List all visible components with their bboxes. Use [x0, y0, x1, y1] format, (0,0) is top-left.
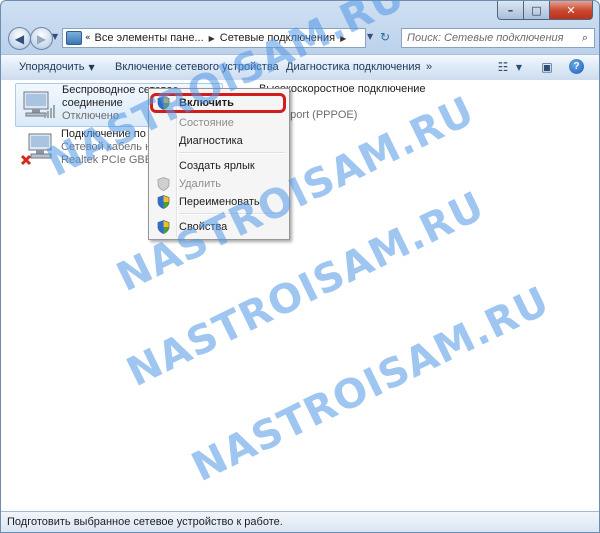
breadcrumb-item[interactable]: Все элементы пане... [95, 32, 204, 44]
connections-list: Беспроводное сетевое соединение Отключен… [1, 80, 599, 511]
ethernet-adapter-icon [21, 133, 52, 166]
preview-pane-icon[interactable]: ▣ [539, 59, 555, 75]
close-button[interactable]: ✕ [550, 1, 593, 20]
explorer-window: – □ ✕ ◀ ▶ ▼ « Все элементы пане... ▶ Сет… [0, 0, 600, 533]
forward-button[interactable]: ▶ [30, 27, 53, 50]
breadcrumb-item[interactable]: Сетевые подключения [220, 32, 335, 44]
change-view-icon[interactable]: ☷ [495, 59, 511, 75]
control-panel-icon [66, 31, 82, 45]
menu-item-label: Диагностика [179, 135, 243, 147]
menu-item-label: Состояние [179, 117, 234, 129]
menu-item-diagnostics[interactable]: Диагностика [151, 132, 287, 150]
menu-item-delete: Удалить [151, 175, 287, 193]
refresh-icon[interactable]: ↻ [376, 29, 394, 45]
uac-shield-icon [157, 220, 170, 234]
back-button[interactable]: ◀ [8, 27, 31, 50]
navigation-row: ◀ ▶ ▼ « Все элементы пане... ▶ Сетевые п… [1, 23, 599, 53]
search-icon[interactable]: ⌕ [576, 31, 594, 45]
more-commands-button[interactable]: » [426, 61, 432, 73]
breadcrumb-overflow[interactable]: « [85, 33, 91, 43]
uac-shield-icon [157, 177, 170, 191]
menu-item-rename[interactable]: Переименовать [151, 193, 287, 211]
view-options-dropdown-icon[interactable]: ▼ [511, 59, 527, 75]
minimize-button[interactable]: – [497, 1, 524, 20]
menu-item-label: Переименовать [179, 196, 260, 208]
menu-item-create-shortcut[interactable]: Создать ярлык [151, 157, 287, 175]
recent-pages-dropdown-icon[interactable]: ▼ [52, 32, 58, 41]
chevron-down-icon: ▼ [88, 63, 95, 72]
search-input[interactable]: Поиск: Сетевые подключения ⌕ [401, 28, 595, 48]
address-bar[interactable]: « Все элементы пане... ▶ Сетевые подключ… [62, 28, 366, 48]
menu-item-label: Удалить [179, 178, 221, 190]
menu-separator [179, 213, 285, 215]
enable-device-button[interactable]: Включение сетевого устройства [115, 61, 279, 73]
menu-item-status: Состояние [151, 114, 287, 132]
menu-item-label: Свойства [179, 221, 228, 233]
address-dropdown-icon[interactable]: ▼ [367, 32, 373, 41]
highlight-annotation [150, 93, 286, 113]
search-placeholder: Поиск: Сетевые подключения [407, 32, 564, 44]
title-bar: – □ ✕ [1, 1, 599, 23]
caption-buttons: – □ ✕ [497, 1, 593, 20]
chevron-right-icon[interactable]: ▶ [340, 34, 346, 43]
menu-item-properties[interactable]: Свойства [151, 218, 287, 236]
command-bar: Упорядочить ▼ Включение сетевого устройст… [1, 54, 599, 81]
status-bar: Подготовить выбранное сетевое устройство… [1, 511, 599, 532]
organize-button[interactable]: Упорядочить ▼ [19, 61, 95, 73]
wireless-adapter-icon [23, 91, 55, 118]
status-text: Подготовить выбранное сетевое устройство… [7, 516, 283, 528]
chevron-right-icon[interactable]: ▶ [209, 34, 215, 43]
maximize-button[interactable]: □ [524, 1, 550, 20]
menu-separator [179, 152, 285, 154]
menu-item-label: Создать ярлык [179, 160, 255, 172]
uac-shield-icon [157, 195, 170, 209]
organize-label: Упорядочить [19, 61, 85, 73]
diagnose-connection-button[interactable]: Диагностика подключения [286, 61, 420, 73]
help-icon[interactable]: ? [569, 59, 584, 74]
